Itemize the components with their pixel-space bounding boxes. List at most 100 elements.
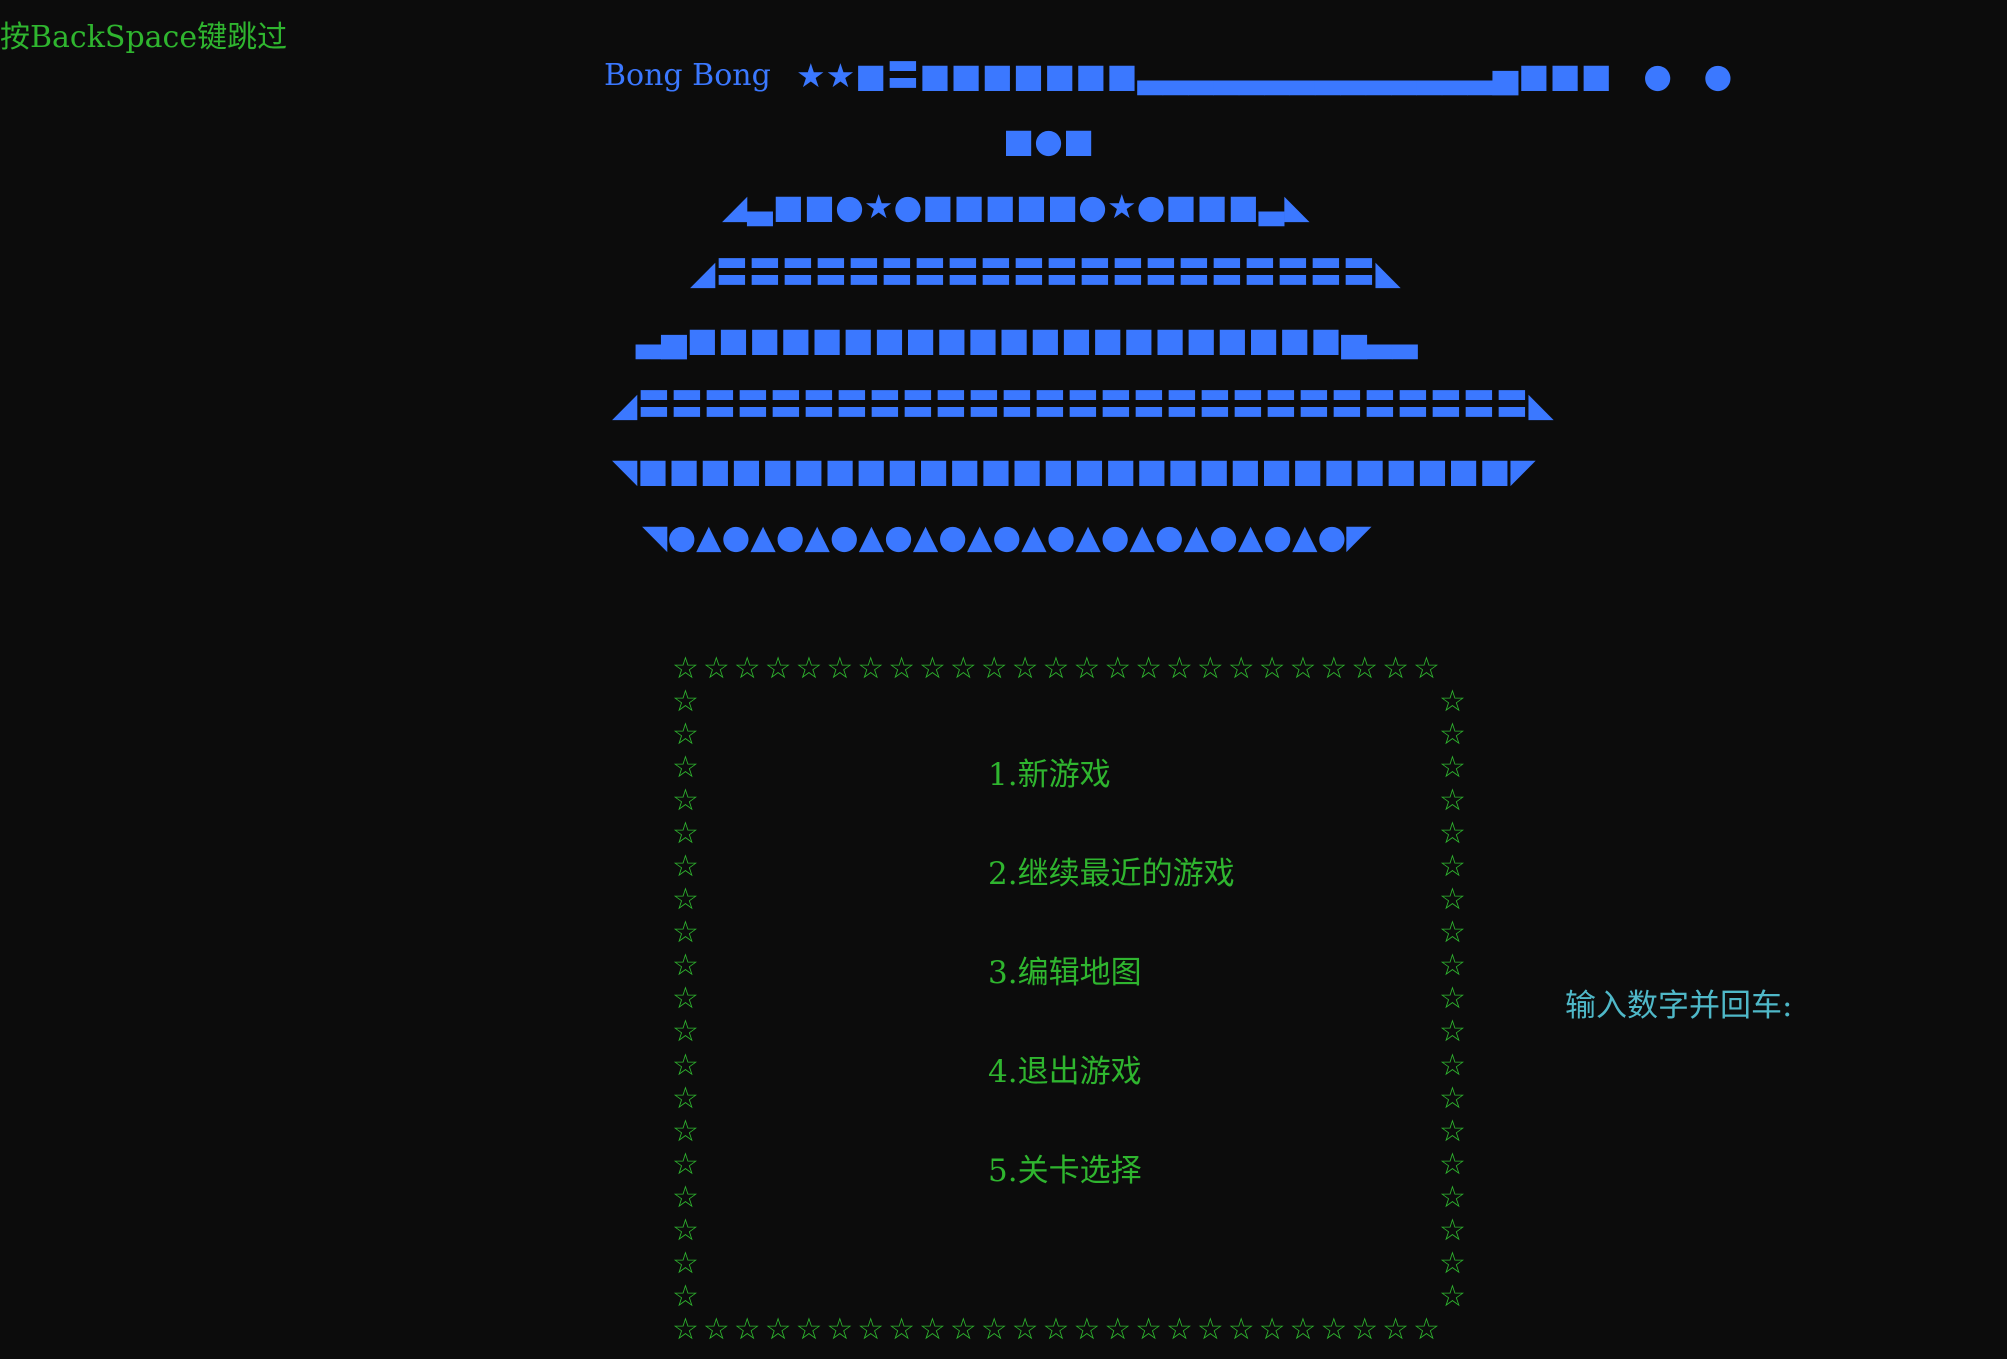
border-star-icon: ☆ xyxy=(672,1245,699,1281)
border-star-icon: ☆ xyxy=(1439,981,1466,1017)
border-star-icon: ☆ xyxy=(1439,1179,1466,1215)
border-star-icon: ☆ xyxy=(672,1146,699,1182)
border-star-icon: ☆ xyxy=(1439,1278,1466,1314)
border-star-icon: ☆ xyxy=(672,717,699,753)
border-star-icon: ☆ xyxy=(672,651,699,686)
border-star-icon: ☆ xyxy=(1439,783,1466,819)
border-star-icon: ☆ xyxy=(1439,684,1466,719)
border-star-icon: ☆ xyxy=(888,651,916,686)
border-star-icon: ☆ xyxy=(795,651,823,686)
border-star-icon: ☆ xyxy=(672,1312,699,1347)
border-star-icon: ☆ xyxy=(733,1312,761,1347)
border-star-icon: ☆ xyxy=(702,1312,730,1347)
border-star-icon: ☆ xyxy=(1135,651,1163,686)
border-star-icon: ☆ xyxy=(672,882,699,918)
border-star-icon: ☆ xyxy=(826,651,854,686)
border-star-icon: ☆ xyxy=(1439,882,1466,918)
menu-item-continue-game[interactable]: 2.继续最近的游戏 xyxy=(988,848,1235,893)
border-star-icon: ☆ xyxy=(1258,651,1286,686)
menu-item-edit-map[interactable]: 3.编辑地图 xyxy=(988,947,1142,992)
border-star-icon: ☆ xyxy=(1439,717,1466,753)
border-star-icon: ☆ xyxy=(672,1278,699,1314)
ship-row-4: ◢〓〓〓〓〓〓〓〓〓〓〓〓〓〓〓〓〓〓〓〓◣ xyxy=(690,253,1401,292)
border-star-icon: ☆ xyxy=(672,1014,699,1050)
border-star-icon: ☆ xyxy=(702,651,730,686)
ship-row-3: ◢▃■■●★●■■■■■●★●■■■▃◣ xyxy=(722,187,1310,226)
border-star-icon: ☆ xyxy=(672,816,699,852)
ship-row-7: ◥■■■■■■■■■■■■■■■■■■■■■■■■■■■■◤ xyxy=(612,451,1536,490)
border-star-icon: ☆ xyxy=(857,651,885,686)
border-star-icon: ☆ xyxy=(795,1312,823,1347)
border-star-icon: ☆ xyxy=(672,1179,699,1215)
border-star-icon: ☆ xyxy=(980,651,1008,686)
border-star-icon: ☆ xyxy=(1196,651,1224,686)
border-star-icon: ☆ xyxy=(1320,651,1348,686)
border-star-icon: ☆ xyxy=(1413,651,1440,686)
border-star-icon: ☆ xyxy=(672,948,699,984)
border-star-icon: ☆ xyxy=(672,1212,699,1248)
border-star-icon: ☆ xyxy=(1351,651,1379,686)
border-star-icon: ☆ xyxy=(1166,1312,1193,1347)
border-star-icon: ☆ xyxy=(1227,1312,1255,1347)
border-star-icon: ☆ xyxy=(1073,651,1101,686)
border-star-icon: ☆ xyxy=(1439,1014,1466,1050)
ship-row-2: ■●■ xyxy=(1003,121,1095,160)
ship-row-8: ◥●▲●▲●▲●▲●▲●▲●▲●▲●▲●▲●▲●▲●◤ xyxy=(642,517,1372,556)
border-star-icon: ☆ xyxy=(672,981,699,1017)
border-star-icon: ☆ xyxy=(1166,651,1193,686)
border-star-icon: ☆ xyxy=(1439,1047,1466,1083)
border-star-icon: ☆ xyxy=(672,1080,699,1116)
menu-item-new-game[interactable]: 1.新游戏 xyxy=(988,749,1111,794)
border-star-icon: ☆ xyxy=(764,651,792,686)
border-star-icon: ☆ xyxy=(1104,651,1132,686)
border-star-icon: ☆ xyxy=(1196,1312,1224,1347)
border-star-icon: ☆ xyxy=(1104,1312,1132,1347)
border-star-icon: ☆ xyxy=(1439,750,1466,786)
border-star-icon: ☆ xyxy=(1439,1113,1466,1149)
border-star-icon: ☆ xyxy=(826,1312,854,1347)
border-star-icon: ☆ xyxy=(1073,1312,1101,1347)
menu-item-level-select[interactable]: 5.关卡选择 xyxy=(988,1145,1142,1190)
border-star-icon: ☆ xyxy=(1439,948,1466,984)
menu-frame-bottom: ☆ ☆ ☆ ☆ ☆ ☆ ☆ ☆ ☆ ☆ ☆ ☆ ☆ ☆ ☆ ☆ ☆ ☆ ☆ ☆ ☆ ☆ ☆ ☆ ☆ xyxy=(672,1313,1440,1347)
border-star-icon: ☆ xyxy=(1042,1312,1070,1347)
border-star-icon: ☆ xyxy=(672,783,699,819)
text-cursor[interactable] xyxy=(1792,993,1806,1023)
game-title: Bong Bong xyxy=(604,58,771,93)
border-star-icon: ☆ xyxy=(1439,849,1466,885)
border-star-icon: ☆ xyxy=(672,750,699,786)
border-star-icon: ☆ xyxy=(672,915,699,951)
border-star-icon: ☆ xyxy=(672,1113,699,1149)
border-star-icon: ☆ xyxy=(1320,1312,1348,1347)
border-star-icon: ☆ xyxy=(1413,1312,1440,1347)
skip-hint: 按BackSpace键跳过 xyxy=(0,20,288,55)
menu-item-exit-game[interactable]: 4.退出游戏 xyxy=(988,1046,1142,1091)
border-star-icon: ☆ xyxy=(1135,1312,1163,1347)
border-star-icon: ☆ xyxy=(1382,651,1410,686)
ship-row-6: ◢〓〓〓〓〓〓〓〓〓〓〓〓〓〓〓〓〓〓〓〓〓〓〓〓〓〓〓◣ xyxy=(612,385,1554,424)
border-star-icon: ☆ xyxy=(1011,1312,1039,1347)
border-star-icon: ☆ xyxy=(1439,816,1466,852)
menu-frame-right: ☆ ☆ ☆ ☆ ☆ ☆ ☆ ☆ ☆ ☆ ☆ ☆ ☆ ☆ ☆ ☆ ☆ ☆ ☆ xyxy=(1439,685,1467,1313)
border-star-icon: ☆ xyxy=(672,684,699,719)
border-star-icon: ☆ xyxy=(1227,651,1255,686)
menu-frame-top: ☆ ☆ ☆ ☆ ☆ ☆ ☆ ☆ ☆ ☆ ☆ ☆ ☆ ☆ ☆ ☆ ☆ ☆ ☆ ☆ ☆ ☆ ☆ ☆ ☆ xyxy=(672,652,1440,686)
input-prompt[interactable]: 输入数字并回车: xyxy=(1565,980,1806,1025)
border-star-icon: ☆ xyxy=(1258,1312,1286,1347)
border-star-icon: ☆ xyxy=(857,1312,885,1347)
border-star-icon: ☆ xyxy=(1289,651,1317,686)
border-star-icon: ☆ xyxy=(764,1312,792,1347)
ship-row-1: ★★■〓■■■■■■■▃▃▃▃▃▃▃▃▃▃▃▃▃▃▅■■■ ● ● xyxy=(796,56,1733,95)
input-prompt-label: 输入数字并回车: xyxy=(1565,988,1793,1024)
border-star-icon: ☆ xyxy=(980,1312,1008,1347)
border-star-icon: ☆ xyxy=(949,651,977,686)
border-star-icon: ☆ xyxy=(672,1047,699,1083)
border-star-icon: ☆ xyxy=(1439,1212,1466,1248)
border-star-icon: ☆ xyxy=(919,651,946,686)
border-star-icon: ☆ xyxy=(1351,1312,1379,1347)
border-star-icon: ☆ xyxy=(672,849,699,885)
border-star-icon: ☆ xyxy=(1439,1080,1466,1116)
border-star-icon: ☆ xyxy=(1439,1245,1466,1281)
border-star-icon: ☆ xyxy=(1439,1146,1466,1182)
border-star-icon: ☆ xyxy=(919,1312,946,1347)
